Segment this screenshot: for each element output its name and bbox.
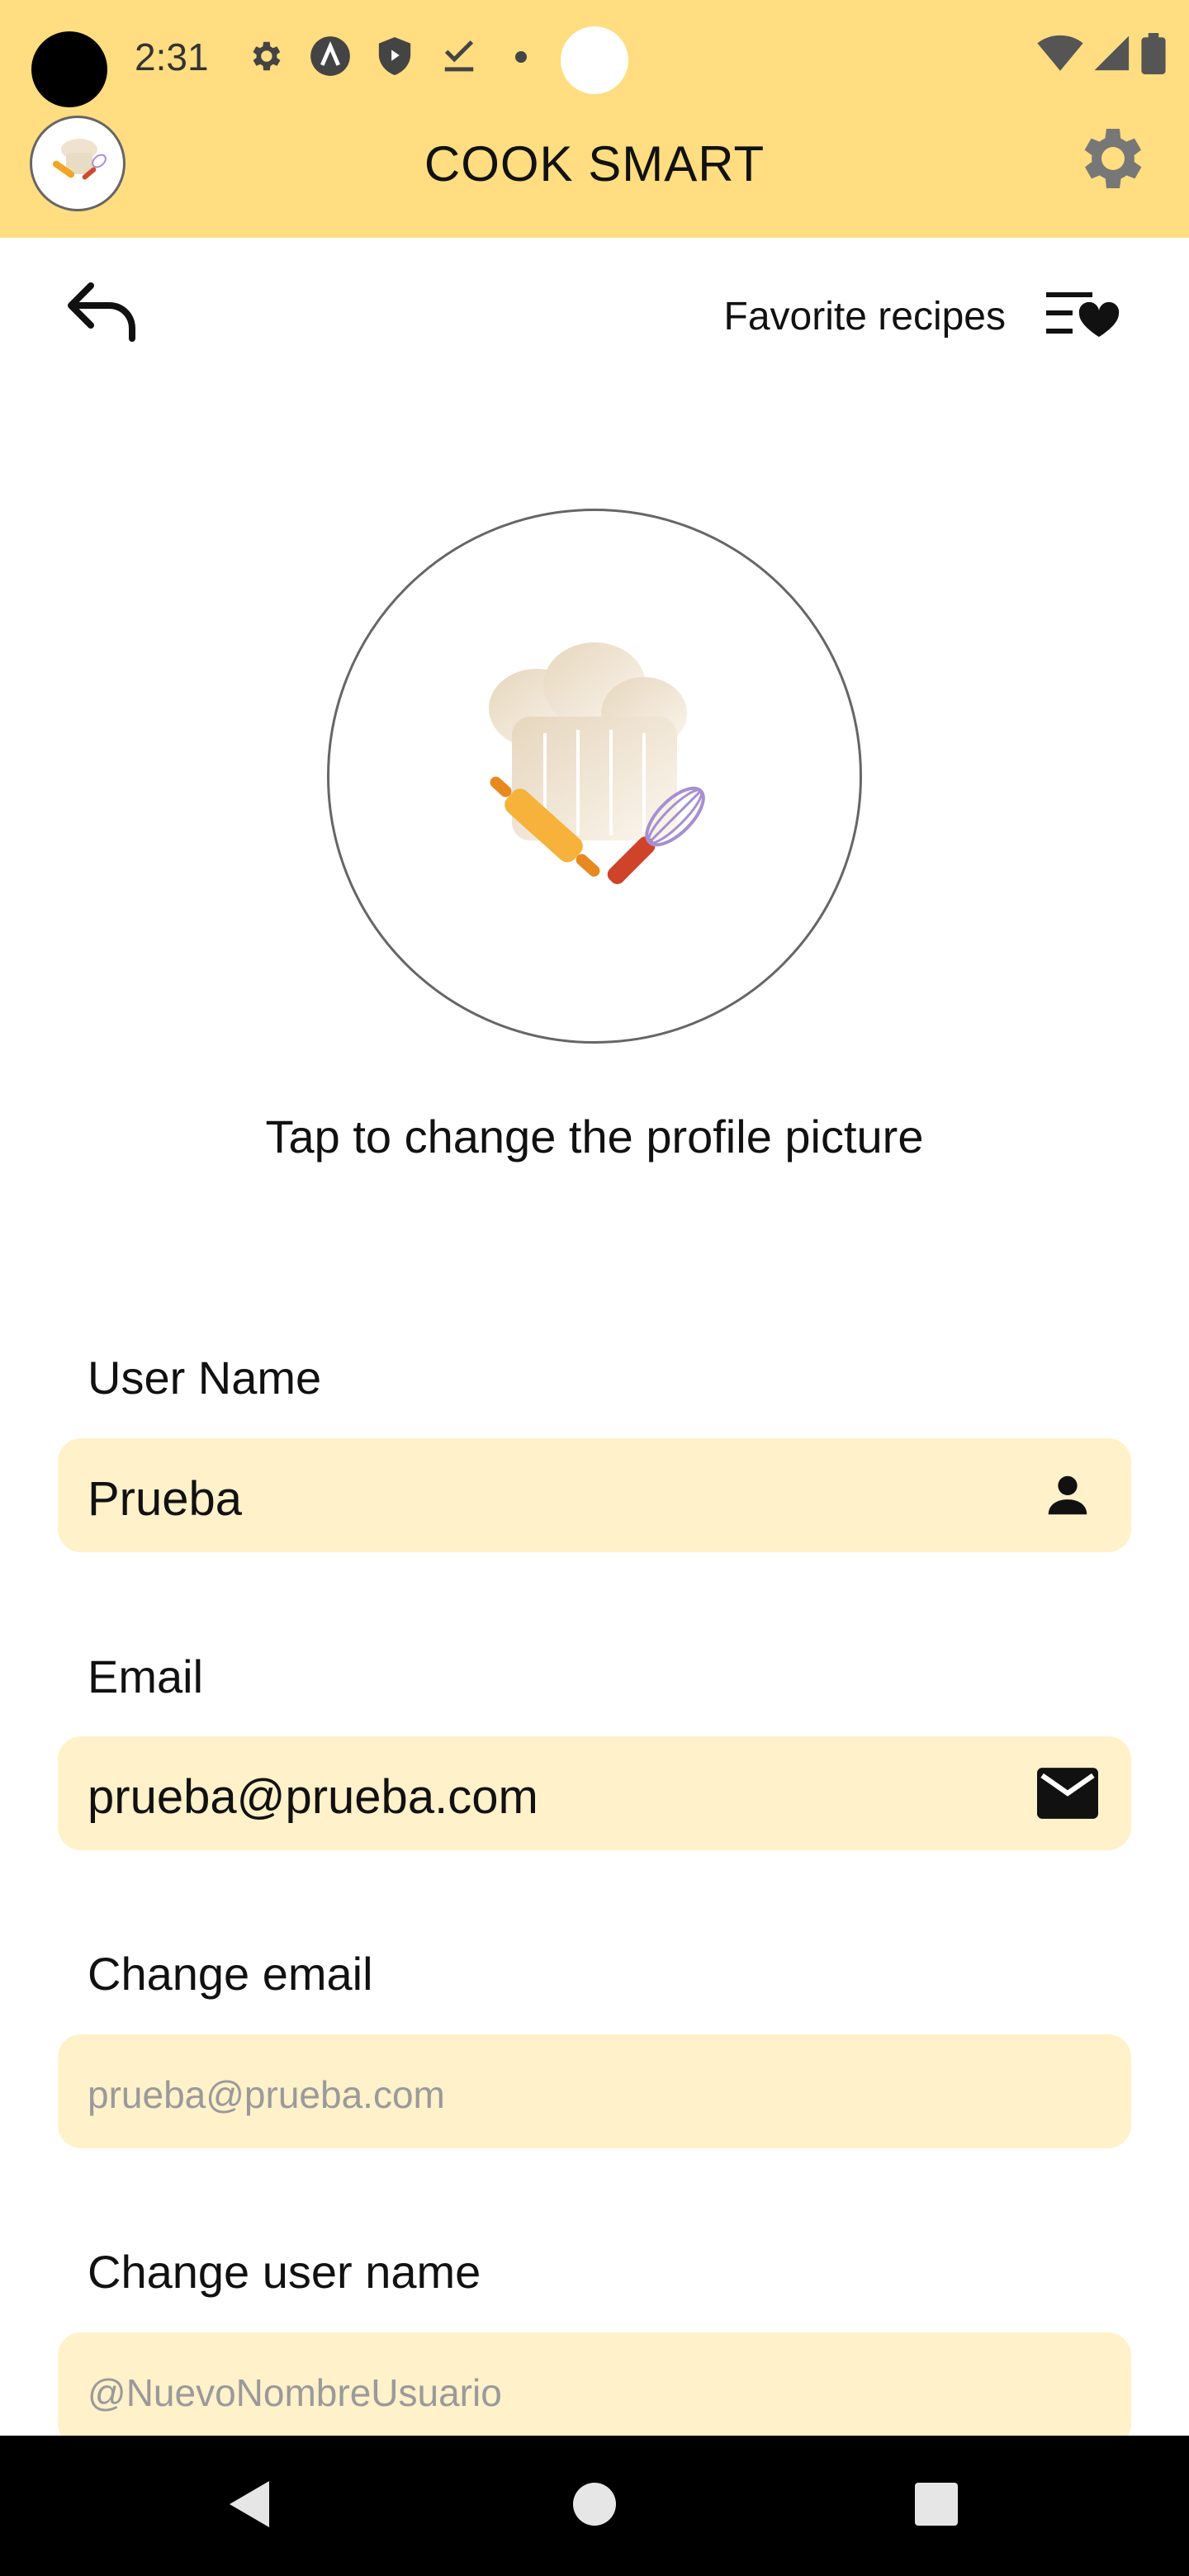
change-user-name-placeholder: @NuevoNombreUsuario bbox=[88, 2371, 502, 2414]
wifi-icon bbox=[1037, 35, 1083, 77]
favorite-recipes-button[interactable] bbox=[1037, 281, 1128, 350]
email-value: prueba@prueba.com bbox=[88, 1770, 538, 1824]
gear-icon bbox=[1073, 119, 1153, 202]
app-title: COOK SMART bbox=[424, 136, 765, 192]
favorite-recipes-link[interactable]: Favorite recipes bbox=[724, 294, 1006, 339]
system-indicators bbox=[1037, 33, 1166, 78]
square-recents-icon bbox=[913, 2481, 959, 2531]
person-icon bbox=[1037, 1466, 1098, 1524]
app-header: 2:31 COOK SMART bbox=[0, 0, 1189, 238]
email-field[interactable]: prueba@prueba.com bbox=[58, 1736, 1131, 1850]
status-time: 2:31 bbox=[135, 36, 209, 78]
email-label: Email bbox=[88, 1650, 204, 1702]
user-name-field[interactable]: Prueba bbox=[58, 1438, 1131, 1552]
nav-home-button[interactable] bbox=[528, 2436, 661, 2576]
profile-picture[interactable] bbox=[327, 509, 862, 1044]
shield-icon bbox=[373, 35, 416, 78]
change-email-placeholder: prueba@prueba.com bbox=[88, 2073, 445, 2116]
triangle-back-icon bbox=[226, 2478, 272, 2535]
mail-icon bbox=[1037, 1764, 1098, 1822]
circle-home-icon bbox=[571, 2481, 618, 2531]
chef-hat-icon bbox=[438, 634, 751, 919]
change-email-label: Change email bbox=[88, 1948, 373, 2000]
settings-button[interactable] bbox=[1070, 117, 1156, 203]
back-button[interactable] bbox=[61, 277, 147, 350]
list-heart-icon bbox=[1043, 287, 1122, 344]
gear-icon bbox=[244, 35, 287, 78]
dot-icon bbox=[515, 51, 527, 63]
recording-indicator bbox=[561, 26, 628, 94]
change-user-name-label: Change user name bbox=[88, 2246, 481, 2298]
nav-back-button[interactable] bbox=[183, 2436, 315, 2576]
camera-cutout bbox=[31, 31, 107, 107]
battery-icon bbox=[1141, 33, 1166, 78]
download-done-icon bbox=[438, 35, 481, 78]
a-icon bbox=[309, 35, 352, 78]
back-arrow-icon bbox=[64, 279, 144, 349]
user-name-value: Prueba bbox=[88, 1472, 243, 1526]
user-name-label: User Name bbox=[88, 1352, 322, 1404]
signal-icon bbox=[1093, 35, 1131, 77]
change-user-name-input[interactable]: @NuevoNombreUsuario bbox=[58, 2332, 1131, 2446]
system-nav-bar bbox=[0, 2436, 1189, 2576]
change-picture-hint: Tap to change the profile picture bbox=[265, 1110, 924, 1163]
change-email-input[interactable]: prueba@prueba.com bbox=[58, 2034, 1131, 2148]
nav-recents-button[interactable] bbox=[870, 2436, 1002, 2576]
